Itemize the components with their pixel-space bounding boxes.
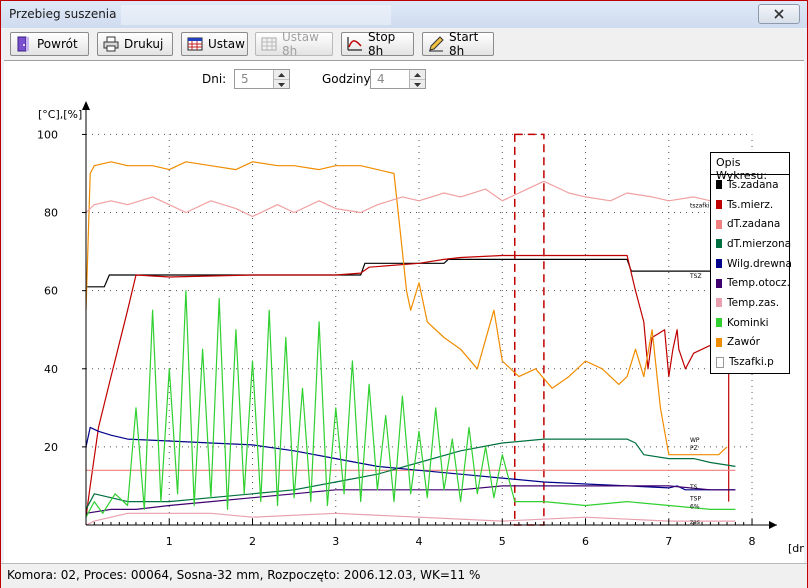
- ustaw-label: Ustaw: [208, 37, 245, 51]
- app-window: Przebieg suszenia Powrót Drukuj Ustaw Us…: [0, 0, 808, 588]
- close-icon: [774, 9, 784, 19]
- ustaw-button[interactable]: Ustaw: [181, 32, 248, 56]
- legend-swatch: [716, 356, 724, 368]
- y-axis-arrow-icon: [82, 101, 90, 110]
- chart-legend: Opis Wykresu: Ts.zadana Ts.mierz. dT.zadan…: [710, 152, 792, 374]
- curve-stop-icon: [347, 37, 362, 51]
- ustaw-8h-button[interactable]: Ustaw 8h: [255, 30, 333, 58]
- legend-items: Ts.zadana Ts.mierz. dT.zadana dT.mierzona Wi…: [711, 175, 792, 372]
- pencil-start-icon: [429, 36, 444, 52]
- legend-item: Temp.zas.: [711, 293, 789, 313]
- drukuj-button[interactable]: Drukuj: [97, 32, 173, 56]
- start-8h-label: Start 8h: [449, 30, 479, 58]
- powrot-label: Powrót: [37, 37, 78, 51]
- close-button[interactable]: [758, 4, 800, 24]
- legend-item: Ts.mierz.: [711, 195, 789, 215]
- chart-panel: Dni: 5 Godziny: 4 1 2 3 4 5 6 7 8 20 40 60 80 100 [°C…: [4, 60, 804, 563]
- chart-series-layer: [85, 161, 736, 526]
- printer-icon: [103, 36, 119, 52]
- y-tick-label: 40: [44, 363, 58, 376]
- series-dt-mierzona: [85, 438, 736, 510]
- legend-swatch: [716, 219, 722, 229]
- legend-label: Ts.zadana: [727, 178, 779, 191]
- legend-swatch: [716, 298, 722, 308]
- x-tick-label: 2: [249, 535, 256, 548]
- series-kominki: [85, 290, 736, 518]
- legend-swatch: [716, 239, 722, 249]
- status-bar: Komora: 02, Proces: 00064, Sosna-32 mm, …: [1, 563, 807, 588]
- stop-8h-button[interactable]: Stop 8h: [341, 30, 414, 58]
- legend-swatch: [716, 337, 722, 347]
- legend-label: dT.zadana: [727, 218, 781, 231]
- legend-label: Ts.mierz.: [727, 198, 774, 211]
- legend-item: Temp.otocz.: [711, 273, 790, 293]
- x-tick-label: 5: [499, 535, 506, 548]
- x-tick-label: 7: [665, 535, 672, 548]
- series-end-label: 6%: [690, 503, 700, 510]
- series-tszafki-p: [85, 180, 736, 218]
- exit-door-icon: [17, 36, 29, 52]
- drukuj-label: Drukuj: [124, 37, 164, 51]
- legend-item: Zawór: [711, 333, 789, 353]
- ustaw-8h-label: Ustaw 8h: [282, 30, 319, 58]
- legend-label: Temp.otocz.: [727, 277, 790, 290]
- legend-item: dT.zadana: [711, 214, 789, 234]
- title-bar-glass: [121, 5, 391, 25]
- legend-swatch: [716, 200, 722, 210]
- x-tick-label: 6: [582, 535, 589, 548]
- series-end-label: WP: [690, 437, 700, 444]
- series-end-label: zas: [690, 519, 700, 526]
- legend-item: Ts.zadana: [711, 175, 789, 195]
- legend-item: dT.mierzona: [711, 234, 792, 254]
- y-tick-label: 20: [44, 441, 58, 454]
- x-axis-arrow-icon: [769, 521, 777, 529]
- powrot-button[interactable]: Powrót: [10, 32, 89, 56]
- legend-label: Zawór: [727, 336, 760, 349]
- x-axis-label: [dni]: [788, 542, 804, 555]
- legend-item: Wilg.drewna: [711, 254, 792, 274]
- y-tick-label: 80: [44, 207, 58, 220]
- start-8h-button[interactable]: Start 8h: [422, 30, 494, 58]
- legend-swatch: [716, 278, 722, 288]
- legend-swatch: [716, 318, 722, 328]
- stop-8h-label: Stop 8h: [368, 30, 396, 58]
- series-end-label: PZ: [690, 445, 698, 452]
- x-tick-label: 1: [166, 535, 173, 548]
- legend-item: Kominki: [711, 313, 789, 333]
- series-end-label: TSZ: [689, 273, 702, 280]
- legend-swatch: [716, 180, 722, 190]
- legend-label: Tszafki.p: [729, 356, 774, 369]
- legend-label: Temp.zas.: [727, 296, 780, 309]
- legend-item: Tszafki.p: [711, 352, 789, 372]
- x-tick-label: 4: [416, 535, 423, 548]
- legend-swatch: [716, 259, 722, 269]
- series-end-label: TS: [689, 484, 698, 491]
- legend-label: Wilg.drewna: [727, 257, 792, 270]
- series-end-label: tszafki: [690, 203, 710, 210]
- y-tick-label: 100: [37, 128, 58, 141]
- series-zaw-r: [85, 161, 728, 456]
- grid-table-icon: [187, 37, 203, 51]
- x-tick-label: 8: [749, 535, 756, 548]
- legend-label: Kominki: [727, 316, 769, 329]
- legend-label: dT.mierzona: [727, 237, 792, 250]
- y-tick-label: 60: [44, 285, 58, 298]
- y-axis-label: [°C],[%]: [38, 108, 82, 121]
- drying-chart: 1234567820406080100[°C],[%][dni]tszafkiT…: [37, 101, 804, 555]
- legend-title: Opis Wykresu:: [711, 153, 789, 182]
- status-text: Komora: 02, Proces: 00064, Sosna-32 mm, …: [7, 568, 481, 582]
- window-title: Przebieg suszenia: [9, 7, 117, 21]
- title-bar: Przebieg suszenia: [1, 1, 807, 28]
- series-end-label: TSP: [689, 496, 701, 503]
- toolbar: Powrót Drukuj Ustaw Ustaw 8h Stop 8h Sta…: [4, 28, 804, 60]
- x-tick-label: 3: [332, 535, 339, 548]
- grid-clock-icon: [261, 37, 277, 51]
- series-wilg-drewna: [85, 426, 736, 491]
